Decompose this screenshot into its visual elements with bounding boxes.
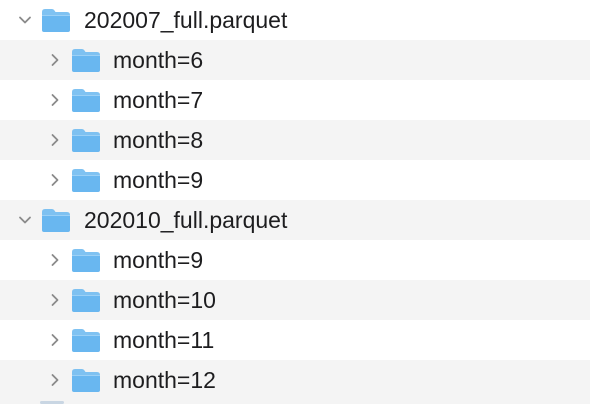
- folder-icon: [70, 246, 102, 274]
- tree-row-folder[interactable]: month=7: [0, 80, 590, 120]
- chevron-down-icon[interactable]: [16, 0, 34, 40]
- tree-row-folder[interactable]: month=8: [0, 120, 590, 160]
- tree-row-folder[interactable]: month=6: [0, 40, 590, 80]
- folder-icon: [70, 86, 102, 114]
- chevron-right-icon[interactable]: [46, 360, 64, 400]
- folder-icon: [70, 46, 102, 74]
- file-tree: 202007_full.parquet month=6 month=7 mont…: [0, 0, 590, 404]
- tree-row-folder[interactable]: month=11: [0, 320, 590, 360]
- folder-name: month=9: [113, 167, 204, 193]
- tree-row-folder[interactable]: 202007_full.parquet: [0, 0, 590, 40]
- folder-name: month=6: [113, 47, 204, 73]
- tree-row-folder[interactable]: month=9: [0, 240, 590, 280]
- chevron-right-icon[interactable]: [46, 160, 64, 200]
- folder-name: month=9: [113, 247, 204, 273]
- tree-row-folder[interactable]: month=10: [0, 280, 590, 320]
- chevron-right-icon[interactable]: [46, 80, 64, 120]
- folder-icon: [70, 126, 102, 154]
- next-row-stub: [0, 400, 590, 404]
- folder-name: month=7: [113, 87, 204, 113]
- folder-name: month=8: [113, 127, 204, 153]
- tree-row-folder[interactable]: month=12: [0, 360, 590, 400]
- folder-name: month=12: [113, 367, 216, 393]
- chevron-right-icon[interactable]: [46, 240, 64, 280]
- folder-name: month=11: [113, 327, 215, 353]
- folder-icon: [70, 366, 102, 394]
- folder-name: 202010_full.parquet: [84, 207, 288, 233]
- chevron-right-icon[interactable]: [46, 40, 64, 80]
- folder-name: month=10: [113, 287, 216, 313]
- folder-icon: [40, 6, 72, 34]
- chevron-right-icon[interactable]: [46, 280, 64, 320]
- folder-name: 202007_full.parquet: [84, 7, 288, 33]
- tree-row-folder[interactable]: 202010_full.parquet: [0, 200, 590, 240]
- tree-row-folder[interactable]: month=9: [0, 160, 590, 200]
- folder-icon: [70, 166, 102, 194]
- chevron-right-icon[interactable]: [46, 120, 64, 160]
- chevron-down-icon[interactable]: [16, 200, 34, 240]
- folder-icon: [70, 326, 102, 354]
- folder-icon: [70, 286, 102, 314]
- folder-icon: [40, 206, 72, 234]
- chevron-right-icon[interactable]: [46, 320, 64, 360]
